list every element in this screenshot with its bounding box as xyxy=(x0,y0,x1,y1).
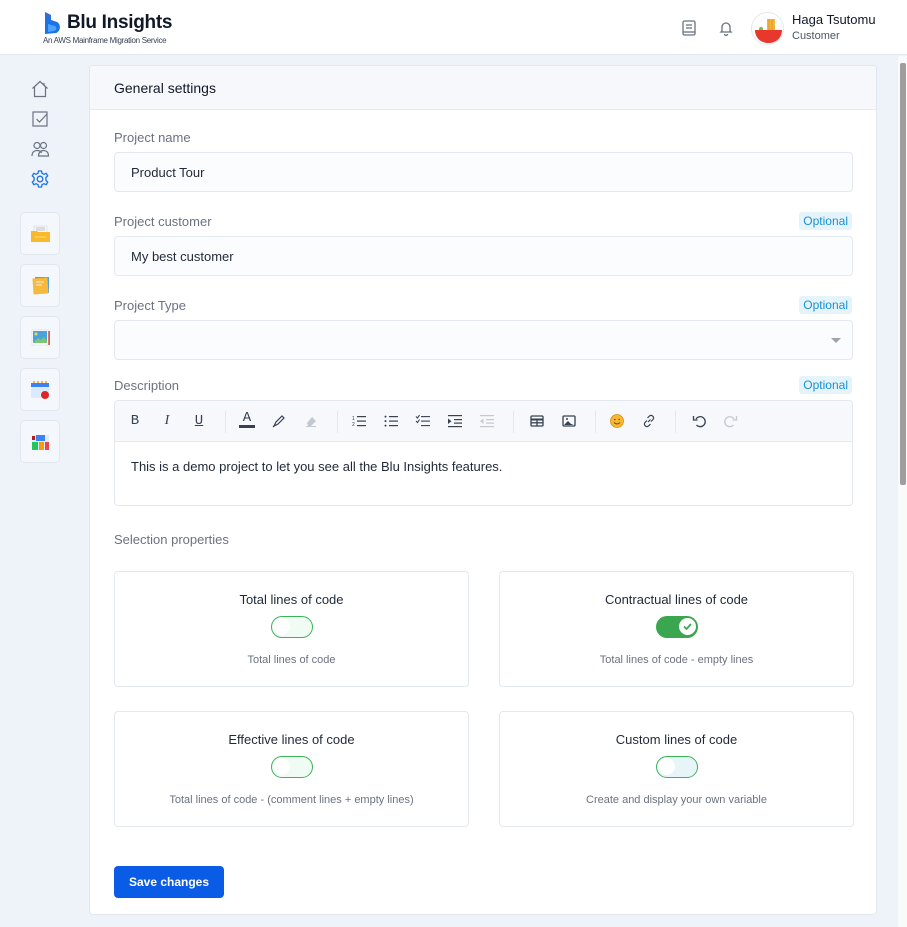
notes-icon xyxy=(32,277,49,295)
sidebar-tile-notes[interactable] xyxy=(20,264,60,307)
optional-badge: Optional xyxy=(799,212,852,230)
general-settings-card: General settings Project name Product To… xyxy=(89,65,877,915)
property-title: Contractual lines of code xyxy=(604,592,749,607)
table-icon[interactable] xyxy=(529,413,545,429)
bullet-list-icon[interactable] xyxy=(383,413,399,429)
toolbar-divider xyxy=(513,411,514,433)
toggle-knob xyxy=(678,618,696,635)
property-title: Effective lines of code xyxy=(228,732,355,747)
sidebar-tile-gallery[interactable] xyxy=(20,316,60,359)
users-icon[interactable] xyxy=(30,139,50,159)
effective-loc-toggle[interactable] xyxy=(270,756,313,778)
selection-properties-label: Selection properties xyxy=(114,532,229,547)
property-card-effective-loc: Effective lines of code Total lines of c… xyxy=(114,711,469,827)
user-avatar[interactable] xyxy=(751,12,784,45)
app-tagline: An AWS Mainframe Migration Service xyxy=(43,36,167,45)
description-label: Description xyxy=(114,378,180,393)
toolbar-divider xyxy=(595,411,596,433)
save-changes-button[interactable]: Save changes xyxy=(114,866,224,898)
optional-badge: Optional xyxy=(799,376,852,394)
project-name-label: Project name xyxy=(114,130,191,145)
scrollbar-thumb[interactable] xyxy=(900,63,906,485)
app-name: Blu Insights xyxy=(67,12,173,33)
toggle-knob xyxy=(272,618,290,635)
toolbar-divider xyxy=(675,411,676,433)
property-card-custom-loc: Custom lines of code Create and display … xyxy=(499,711,854,827)
dashboard-icon xyxy=(32,435,49,450)
checklist-icon[interactable] xyxy=(415,413,431,429)
noodle-bowl-icon xyxy=(755,19,782,43)
image-insert-icon[interactable] xyxy=(561,413,577,429)
book-icon[interactable] xyxy=(680,19,698,37)
eraser-icon[interactable] xyxy=(303,413,319,429)
property-description: Total lines of code - empty lines xyxy=(599,654,754,666)
sidebar-tile-calendar[interactable] xyxy=(20,368,60,411)
total-loc-toggle[interactable] xyxy=(270,616,313,638)
chevron-down-icon xyxy=(831,338,841,343)
sidebar-tile-folder[interactable] xyxy=(20,212,60,255)
project-type-select[interactable] xyxy=(114,320,853,360)
optional-badge: Optional xyxy=(799,296,852,314)
property-description: Total lines of code xyxy=(247,654,336,666)
svg-text:2: 2 xyxy=(352,422,355,428)
editor-toolbar: B I U A 12 xyxy=(115,401,852,442)
underline-button[interactable]: U xyxy=(191,413,207,429)
font-color-button[interactable]: A xyxy=(239,410,255,428)
folder-icon xyxy=(31,225,50,242)
property-title: Custom lines of code xyxy=(615,732,738,747)
user-name[interactable]: Haga Tsutomu xyxy=(792,12,876,27)
highlighter-icon[interactable] xyxy=(271,413,287,429)
property-card-total-loc: Total lines of code Total lines of code xyxy=(114,571,469,687)
sidebar-tile-dashboard[interactable] xyxy=(20,420,60,463)
property-description: Total lines of code - (comment lines + e… xyxy=(169,794,414,806)
toolbar-divider xyxy=(225,411,226,433)
checkbox-icon[interactable] xyxy=(30,109,50,129)
bell-icon[interactable] xyxy=(717,19,735,37)
property-description: Create and display your own variable xyxy=(586,794,767,806)
undo-icon[interactable] xyxy=(691,413,707,429)
app-logo[interactable]: Blu Insights An AWS Mainframe Migration … xyxy=(43,11,183,47)
toolbar-divider xyxy=(337,411,338,433)
home-icon[interactable] xyxy=(30,79,50,99)
redo-icon[interactable] xyxy=(723,413,739,429)
contractual-loc-toggle[interactable] xyxy=(655,616,698,638)
gear-icon[interactable] xyxy=(30,169,50,189)
emoji-icon[interactable] xyxy=(609,413,625,429)
project-name-input[interactable]: Product Tour xyxy=(114,152,853,192)
toggle-knob xyxy=(657,758,675,775)
custom-loc-toggle[interactable] xyxy=(655,756,698,778)
logo-mark-icon xyxy=(45,12,60,34)
top-bar: Blu Insights An AWS Mainframe Migration … xyxy=(0,0,907,55)
project-customer-input[interactable]: My best customer xyxy=(114,236,853,276)
project-type-label: Project Type xyxy=(114,298,187,313)
link-icon[interactable] xyxy=(641,413,657,429)
image-icon xyxy=(31,329,50,346)
user-role: Customer xyxy=(792,30,840,42)
bold-button[interactable]: B xyxy=(127,413,143,429)
description-editor: B I U A 12 This is a demo project to let… xyxy=(114,400,853,506)
outdent-icon[interactable] xyxy=(479,413,495,429)
italic-button[interactable]: I xyxy=(159,413,175,429)
calendar-icon xyxy=(31,381,49,399)
card-title: General settings xyxy=(90,66,876,110)
toggle-knob xyxy=(272,758,290,775)
description-text[interactable]: This is a demo project to let you see al… xyxy=(115,442,852,491)
ordered-list-icon[interactable]: 12 xyxy=(351,413,367,429)
check-icon xyxy=(682,623,692,631)
project-customer-label: Project customer xyxy=(114,214,212,229)
indent-icon[interactable] xyxy=(447,413,463,429)
property-title: Total lines of code xyxy=(239,592,344,607)
property-card-contractual-loc: Contractual lines of code Total lines of… xyxy=(499,571,854,687)
